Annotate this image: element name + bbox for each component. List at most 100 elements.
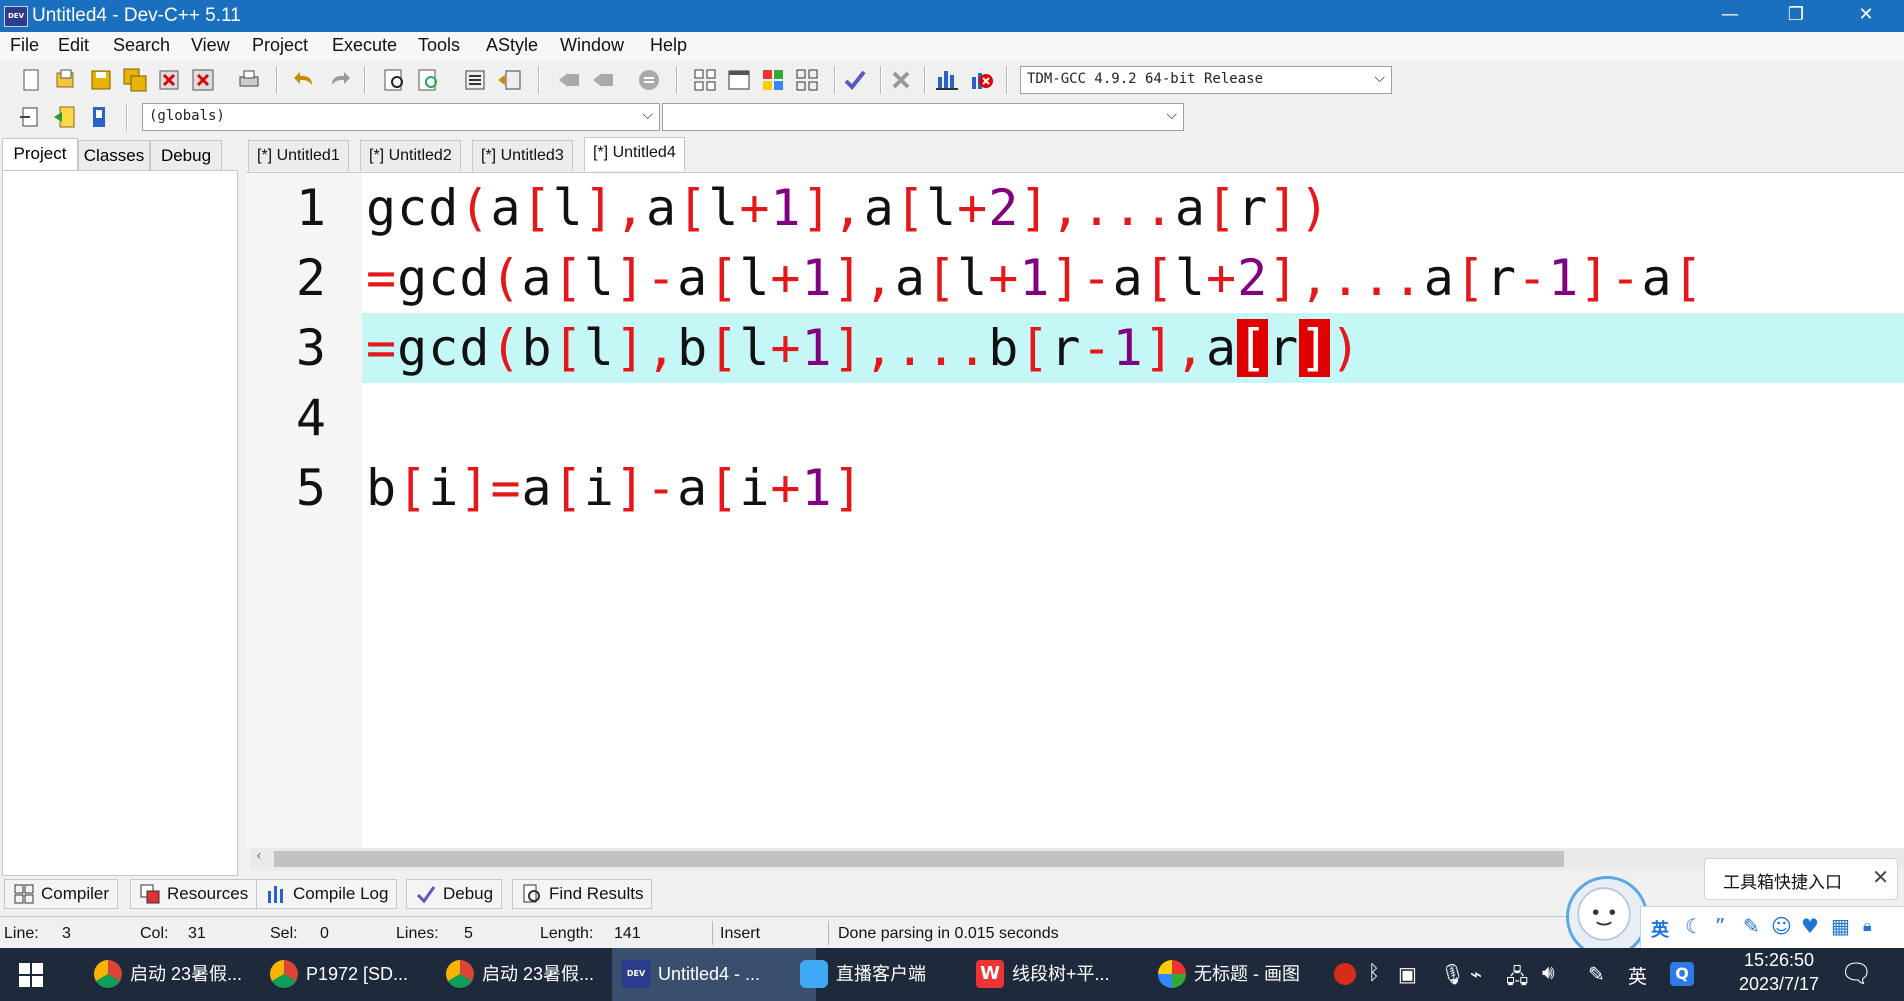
replace-icon[interactable] — [416, 67, 442, 93]
punctuation-icon[interactable]: ” — [1715, 914, 1725, 938]
unindent-icon[interactable] — [496, 67, 522, 93]
goto-bookmark-icon[interactable] — [590, 67, 616, 93]
taskbar-item-chrome-2[interactable]: P1972 [SD... — [260, 948, 456, 1001]
bluetooth-icon[interactable]: ᛒ — [1368, 962, 1380, 985]
new-file-icon[interactable] — [18, 67, 44, 93]
tab-untitled4[interactable]: [*] Untitled4 — [584, 137, 685, 171]
new-project-icon[interactable] — [692, 67, 718, 93]
input-language[interactable]: 英 — [1628, 962, 1647, 989]
tab-untitled2[interactable]: [*] Untitled2 — [360, 140, 461, 171]
taskbar-item-devcpp[interactable]: DEV Untitled4 - ... — [612, 948, 816, 1001]
menu-tools[interactable]: Tools — [418, 35, 460, 56]
indent-icon[interactable] — [462, 67, 488, 93]
menu-project[interactable]: Project — [252, 35, 308, 56]
wrench-icon[interactable]: ✎ — [1743, 914, 1760, 938]
compiler-select[interactable]: TDM-GCC 4.9.2 64-bit Release ⌵ — [1020, 66, 1392, 94]
emoji-icon[interactable]: ☺ — [1771, 914, 1792, 938]
tab-debug[interactable]: Debug — [150, 140, 222, 171]
menu-search[interactable]: Search — [113, 35, 170, 56]
bookmark-icon[interactable] — [86, 104, 112, 130]
menu-execute[interactable]: Execute — [332, 35, 397, 56]
lock-icon[interactable]: 🔒︎ — [1863, 916, 1872, 936]
symbol-select[interactable]: ⌵ — [662, 103, 1184, 131]
window-icon[interactable] — [726, 67, 752, 93]
find-icon[interactable] — [382, 67, 408, 93]
close-all-icon[interactable] — [190, 67, 216, 93]
ime-language-toggle[interactable]: 英 — [1651, 916, 1669, 942]
redo-icon[interactable] — [326, 67, 352, 93]
moon-icon[interactable]: ☾ — [1685, 914, 1703, 938]
class-browser-icon[interactable] — [760, 67, 786, 93]
code-line[interactable] — [366, 383, 1904, 453]
tab-find-results[interactable]: Find Results — [512, 879, 653, 909]
tab-compile-log[interactable]: Compile Log — [256, 879, 398, 909]
undo-icon[interactable] — [292, 67, 318, 93]
toggle-comment-icon[interactable] — [52, 104, 78, 130]
close-button[interactable]: ✕ — [1836, 0, 1896, 32]
devcpp-app-icon[interactable]: DEV — [4, 6, 28, 27]
toggle-bookmark-icon[interactable] — [556, 67, 582, 93]
code-line[interactable]: =gcd(a[l]-a[l+1],a[l+1]-a[l+2],...a[r-1]… — [366, 243, 1904, 313]
taskbar-item-paint[interactable]: 无标题 - 画图 — [1148, 948, 1364, 1001]
close-file-icon[interactable] — [156, 67, 182, 93]
open-file-icon[interactable] — [52, 67, 78, 93]
windows-start-icon[interactable] — [18, 962, 44, 988]
tab-classes[interactable]: Classes — [78, 140, 150, 171]
notification-icon[interactable]: 🗨︎ — [1840, 958, 1873, 989]
pen-icon[interactable]: ✎ — [1588, 962, 1605, 987]
tab-project[interactable]: Project — [2, 138, 78, 171]
search-app-icon[interactable]: Q — [1670, 962, 1694, 986]
goto-line-icon[interactable] — [636, 67, 662, 93]
tab-untitled1[interactable]: [*] Untitled1 — [248, 140, 349, 171]
close-icon[interactable]: ✕ — [1872, 865, 1889, 889]
toolbox-shortcut-popup[interactable]: 工具箱快捷入口 ✕ — [1704, 858, 1898, 900]
stop-execution-icon[interactable] — [888, 67, 914, 93]
volume-icon[interactable]: 🔊︎ — [1542, 962, 1555, 985]
usb-icon[interactable]: ⌁ — [1470, 962, 1482, 987]
scrollbar-thumb[interactable] — [274, 851, 1564, 867]
taskbar-item-live-client[interactable]: 直播客户端 — [790, 948, 986, 1001]
save-icon[interactable] — [88, 67, 114, 93]
clock-date[interactable]: 2023/7/17 — [1724, 974, 1834, 995]
code-line[interactable]: gcd(a[l],a[l+1],a[l+2],...a[r]) — [366, 173, 1904, 243]
tab-compiler[interactable]: Compiler — [4, 879, 119, 909]
code-editor[interactable]: 12345 gcd(a[l],a[l+1],a[l+2],...a[r]) =gc… — [246, 172, 1904, 849]
code-line[interactable]: =gcd(b[l],b[l+1],...b[r-1],a[r]) — [366, 313, 1904, 383]
taskbar-item-chrome-1[interactable]: 启动 23暑假... — [84, 948, 280, 1001]
menu-view[interactable]: View — [191, 35, 230, 56]
horizontal-scrollbar[interactable]: ‹ — [250, 848, 1904, 870]
scope-select[interactable]: (globals) ⌵ — [142, 103, 660, 131]
assistant-avatar[interactable] — [1566, 876, 1648, 958]
menu-help[interactable]: Help — [650, 35, 687, 56]
scroll-left-icon[interactable]: ‹ — [256, 848, 262, 864]
check-syntax-icon[interactable] — [842, 67, 868, 93]
menu-window[interactable]: Window — [560, 35, 624, 56]
clock-time[interactable]: 15:26:50 — [1724, 950, 1834, 971]
menu-edit[interactable]: Edit — [58, 35, 89, 56]
save-all-icon[interactable] — [122, 67, 148, 93]
project-tree[interactable] — [2, 170, 238, 876]
status-lines: 5 — [464, 925, 473, 942]
print-icon[interactable] — [236, 67, 262, 93]
minimize-button[interactable]: — — [1700, 0, 1760, 32]
tab-debug-output[interactable]: Debug — [406, 879, 503, 909]
menu-astyle[interactable]: AStyle — [486, 35, 538, 56]
network-icon[interactable]: 🖧︎ — [1506, 962, 1528, 996]
microphone-icon[interactable]: 🎙︎ — [1440, 962, 1465, 987]
display-icon[interactable]: ▣ — [1398, 962, 1417, 987]
tab-resources[interactable]: Resources — [130, 879, 258, 909]
record-icon[interactable] — [1334, 963, 1356, 985]
code-line[interactable]: b[i]=a[i]-a[i+1] — [366, 453, 1904, 523]
tile-windows-icon[interactable] — [794, 67, 820, 93]
profile-icon[interactable] — [934, 67, 960, 93]
taskbar-item-chrome-3[interactable]: 启动 23暑假... — [436, 948, 632, 1001]
tab-untitled3[interactable]: [*] Untitled3 — [472, 140, 573, 171]
restore-button[interactable]: ❐ — [1766, 0, 1826, 32]
insert-icon[interactable] — [18, 104, 44, 130]
menu-file[interactable]: File — [10, 35, 39, 56]
skin-icon[interactable]: ♥ — [1801, 914, 1819, 938]
delete-profile-icon[interactable] — [968, 67, 994, 93]
taskbar-item-wps[interactable]: W 线段树+平... — [966, 948, 1162, 1001]
ime-toolbar[interactable]: 英 ☾ ” ✎ ☺ ♥ ▦ 🔒︎ — [1640, 906, 1904, 950]
toolbox-grid-icon[interactable]: ▦ — [1831, 914, 1850, 938]
